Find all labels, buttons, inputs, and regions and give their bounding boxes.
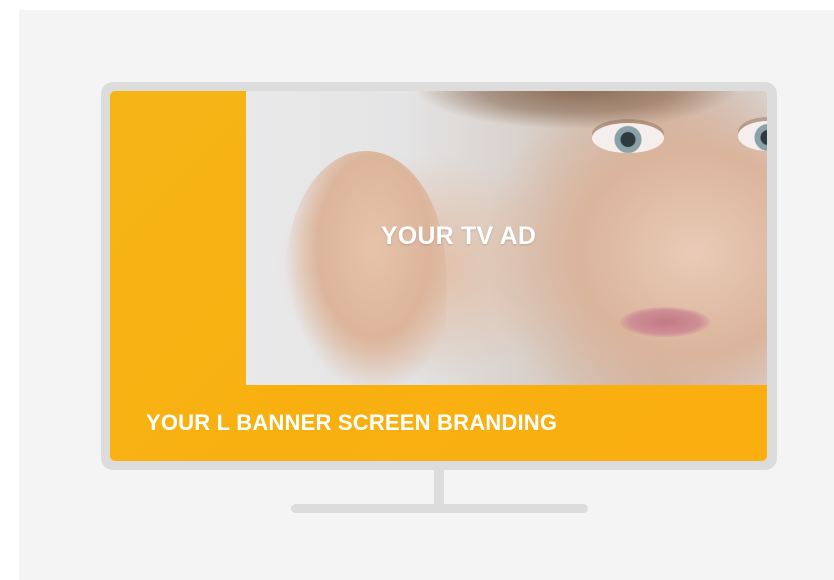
tv-stand-neck (434, 470, 444, 506)
hair-shape (396, 91, 756, 151)
tv-ad-area: YOUR TV AD (246, 91, 767, 385)
tv-ad-label: YOUR TV AD (380, 222, 537, 250)
lips-shape (620, 307, 710, 337)
tv-stand-base (291, 504, 588, 513)
tv-screen: YOUR TV AD YOUR L BANNER SCREEN BRANDING (110, 91, 767, 461)
hand-shape (286, 151, 446, 385)
eye-shape (592, 123, 664, 153)
l-banner-label: YOUR L BANNER SCREEN BRANDING (146, 410, 558, 435)
